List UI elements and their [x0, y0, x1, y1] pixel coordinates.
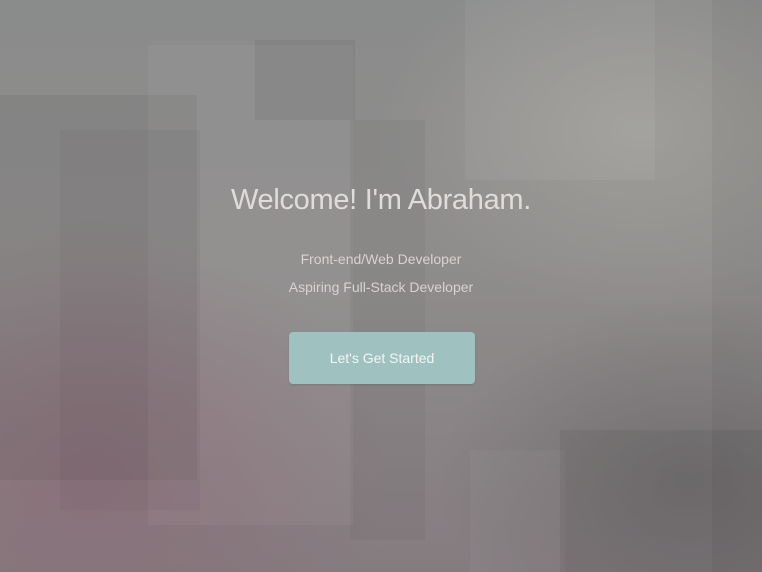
hero-subtitle-role: Front-end/Web Developer	[300, 251, 462, 267]
hero-title: Welcome! I'm Abraham.	[230, 184, 532, 216]
hero-subtitle-aspiration: Aspiring Full-Stack Developer	[288, 279, 474, 295]
hero-section: Welcome! I'm Abraham. Front-end/Web Deve…	[0, 0, 762, 572]
get-started-button[interactable]: Let's Get Started	[289, 332, 475, 384]
